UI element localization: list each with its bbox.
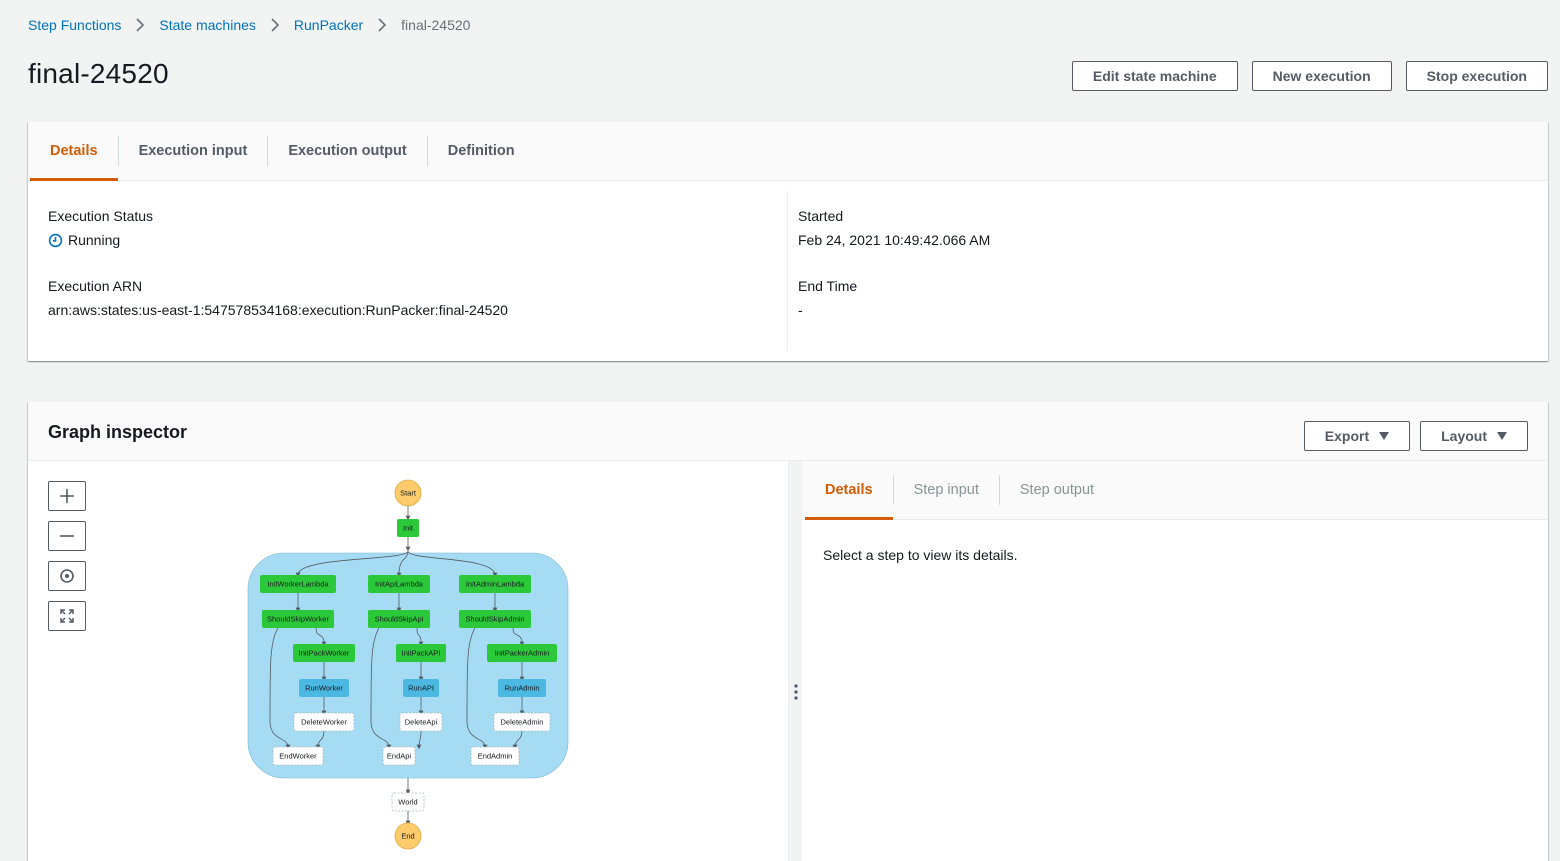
chevron-right-icon <box>135 18 145 32</box>
step-tabbar: Details Step input Step output <box>802 461 1548 520</box>
breadcrumb-current: final-24520 <box>401 17 471 33</box>
svg-text:InitPackerAdmin: InitPackerAdmin <box>495 649 550 658</box>
state-node-init-pack-api[interactable]: InitPackAPI <box>396 644 446 662</box>
state-node-end-worker[interactable]: EndWorker <box>272 746 324 766</box>
graph-actions: Export Layout <box>1303 421 1528 451</box>
caret-down-icon <box>1379 432 1390 440</box>
svg-text:DeleteAdmin: DeleteAdmin <box>501 718 544 727</box>
execution-arn: Execution ARN arn:aws:states:us-east-1:5… <box>48 278 508 318</box>
svg-text:RunAPI: RunAPI <box>408 684 434 693</box>
tab-step-input[interactable]: Step input <box>894 461 999 519</box>
execution-details-panel: Details Execution input Execution output… <box>28 122 1548 361</box>
tab-execution-output[interactable]: Execution output <box>268 122 426 180</box>
svg-text:InitAdminLambda: InitAdminLambda <box>466 580 525 589</box>
state-node-init-api-lambda[interactable]: InitApiLambda <box>368 575 430 593</box>
graph-inspector-header: Graph inspector Export Layout <box>28 402 1548 461</box>
export-label: Export <box>1324 428 1370 444</box>
end-time: End Time - <box>798 278 857 318</box>
svg-text:EndAdmin: EndAdmin <box>478 752 513 761</box>
execution-status: Execution Status Running <box>48 208 153 248</box>
state-node-run-admin[interactable]: RunAdmin <box>498 679 546 697</box>
svg-text:EndWorker: EndWorker <box>279 752 317 761</box>
state-node-should-skip-worker[interactable]: ShouldSkipWorker <box>262 610 334 628</box>
step-empty-message: Select a step to view its details. <box>823 547 1018 563</box>
layout-label: Layout <box>1441 428 1487 444</box>
svg-text:InitPackWorker: InitPackWorker <box>299 649 350 658</box>
end-time-value: - <box>798 302 803 318</box>
state-node-should-skip-api[interactable]: ShouldSkipApi <box>368 610 430 628</box>
tab-step-output[interactable]: Step output <box>1000 461 1114 519</box>
tab-step-details[interactable]: Details <box>805 461 893 520</box>
state-node-init-pack-worker[interactable]: InitPackWorker <box>293 644 355 662</box>
state-node-init-packer-admin[interactable]: InitPackerAdmin <box>487 644 557 662</box>
svg-text:EndApi: EndApi <box>387 752 412 761</box>
status-value: Running <box>68 232 121 248</box>
state-node-init-admin-lambda[interactable]: InitAdminLambda <box>459 575 531 593</box>
state-machine-graph: Start Init InitWorkerLambda ShouldSkipWorke… <box>247 479 569 850</box>
column-divider <box>787 191 788 351</box>
state-node-end[interactable]: End <box>394 822 422 850</box>
details-grid: Execution Status Running Execution ARN a… <box>28 181 1548 361</box>
svg-text:World: World <box>398 798 417 807</box>
state-node-start[interactable]: Start <box>394 479 422 507</box>
state-node-init-worker-lambda[interactable]: InitWorkerLambda <box>260 575 336 593</box>
panel-splitter[interactable] <box>788 461 802 861</box>
header-actions: Edit state machine New execution Stop ex… <box>1071 61 1548 91</box>
execution-arn-value: arn:aws:states:us-east-1:547578534168:ex… <box>48 302 508 318</box>
execution-arn-label: Execution ARN <box>48 278 143 294</box>
end-time-label: End Time <box>798 278 858 294</box>
execution-status-label: Execution Status <box>48 208 154 224</box>
caret-down-icon <box>1497 432 1507 440</box>
state-node-world[interactable]: World <box>391 792 425 812</box>
details-tabbar: Details Execution input Execution output… <box>28 122 1548 181</box>
state-node-init[interactable]: Init <box>397 519 419 537</box>
graph-inspector-title: Graph inspector <box>48 422 188 442</box>
state-node-run-worker[interactable]: RunWorker <box>299 679 349 697</box>
state-node-run-api[interactable]: RunAPI <box>403 679 439 697</box>
state-node-delete-admin[interactable]: DeleteAdmin <box>493 712 551 732</box>
step-details-panel: Details Step input Step output Select a … <box>802 461 1548 861</box>
breadcrumb: Step Functions State machines RunPacker … <box>28 17 470 33</box>
started: Started Feb 24, 2021 10:49:42.066 AM <box>798 208 990 248</box>
chevron-right-icon <box>270 18 280 32</box>
svg-text:InitWorkerLambda: InitWorkerLambda <box>267 580 329 589</box>
drag-handle-icon <box>794 684 798 700</box>
breadcrumb-step-functions[interactable]: Step Functions <box>28 17 121 33</box>
svg-text:ShouldSkipApi: ShouldSkipApi <box>375 615 424 624</box>
svg-text:RunWorker: RunWorker <box>305 684 343 693</box>
chevron-right-icon <box>377 18 387 32</box>
state-node-delete-worker[interactable]: DeleteWorker <box>293 712 355 732</box>
started-label: Started <box>798 208 844 224</box>
svg-text:InitPackAPI: InitPackAPI <box>402 649 441 658</box>
tab-execution-input[interactable]: Execution input <box>119 122 268 180</box>
tab-definition[interactable]: Definition <box>428 122 535 180</box>
breadcrumb-runpacker[interactable]: RunPacker <box>294 17 363 33</box>
edit-state-machine-button[interactable]: Edit state machine <box>1071 61 1238 91</box>
clock-icon <box>48 233 63 247</box>
stop-execution-button[interactable]: Stop execution <box>1405 61 1548 91</box>
breadcrumb-state-machines[interactable]: State machines <box>159 17 256 33</box>
state-node-end-api[interactable]: EndApi <box>382 746 416 766</box>
new-execution-button[interactable]: New execution <box>1251 61 1392 91</box>
graph-canvas[interactable]: Start Init InitWorkerLambda ShouldSkipWorke… <box>28 461 788 861</box>
svg-text:ShouldSkipWorker: ShouldSkipWorker <box>267 615 329 624</box>
svg-text:ShouldSkipAdmin: ShouldSkipAdmin <box>465 615 524 624</box>
svg-text:Start: Start <box>400 489 417 498</box>
svg-text:DeleteApi: DeleteApi <box>405 718 438 727</box>
state-node-should-skip-admin[interactable]: ShouldSkipAdmin <box>459 610 531 628</box>
status-badge: Running <box>48 232 153 248</box>
layout-dropdown[interactable]: Layout <box>1420 421 1528 451</box>
page-title: final-24520 <box>28 58 169 89</box>
svg-text:RunAdmin: RunAdmin <box>504 684 539 693</box>
tab-details[interactable]: Details <box>30 122 118 181</box>
state-node-delete-api[interactable]: DeleteApi <box>399 712 443 732</box>
graph-inspector-panel: Graph inspector Export Layout Start Init… <box>28 402 1548 861</box>
export-dropdown[interactable]: Export <box>1303 421 1411 451</box>
svg-text:DeleteWorker: DeleteWorker <box>301 718 347 727</box>
state-node-end-admin[interactable]: EndAdmin <box>470 746 520 766</box>
svg-text:End: End <box>401 832 414 841</box>
started-value: Feb 24, 2021 10:49:42.066 AM <box>798 232 991 248</box>
svg-text:Init: Init <box>403 524 414 533</box>
svg-text:InitApiLambda: InitApiLambda <box>375 580 424 589</box>
